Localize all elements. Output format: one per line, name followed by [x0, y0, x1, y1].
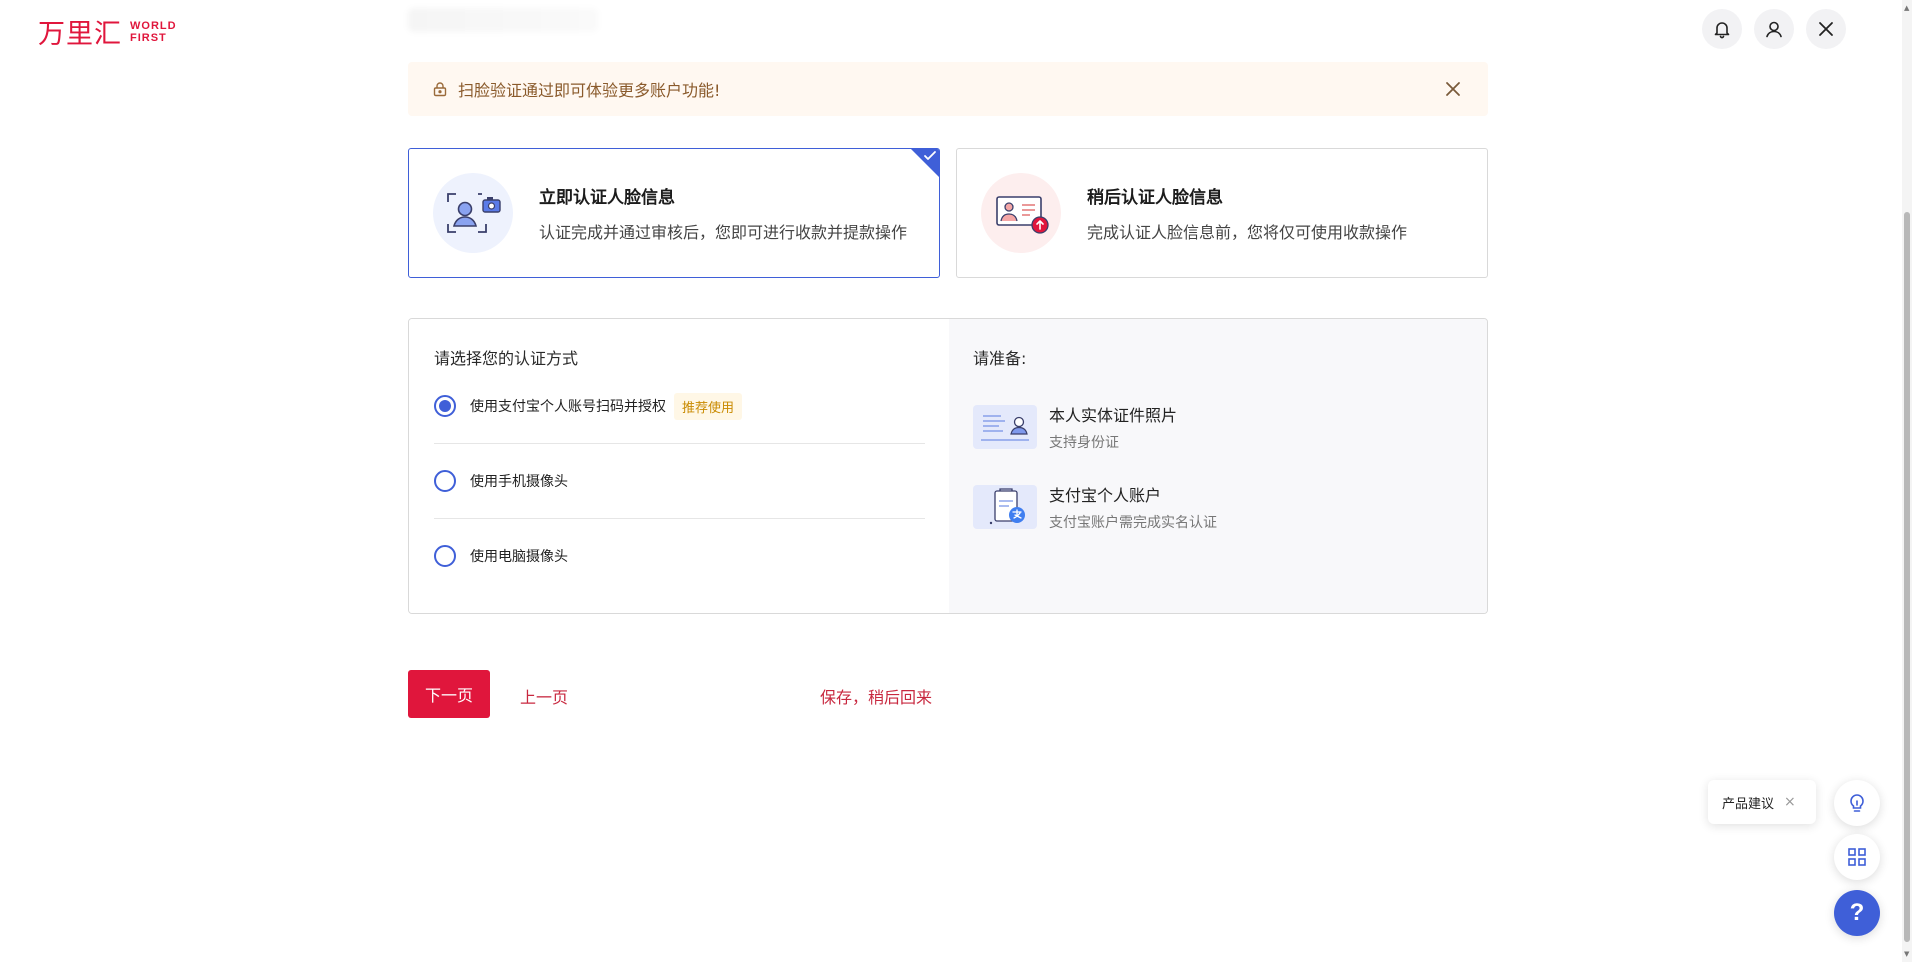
next-page-button[interactable]: 下一页 [408, 670, 490, 718]
prepare-item-subtitle: 支付宝账户需完成实名认证 [1049, 515, 1217, 531]
face-verify-notice: 扫脸验证通过即可体验更多账户功能! [408, 62, 1488, 116]
close-icon [1446, 82, 1460, 96]
method-option-alipay-scan[interactable]: 使用支付宝个人账号扫码并授权 推荐使用 [434, 369, 925, 443]
check-icon [924, 151, 936, 160]
prepare-heading: 请准备: [973, 349, 1027, 368]
logo-english: WORLD FIRST [130, 20, 177, 44]
face-scan-icon [447, 193, 501, 233]
radio-unselected[interactable] [434, 545, 456, 567]
close-icon [1819, 22, 1833, 36]
vertical-scrollbar[interactable]: ▲ ▼ [1902, 0, 1912, 962]
option-verify-now-body: 立即认证人脸信息 认证完成并通过审核后，您即可进行收款并提款操作 [539, 183, 907, 243]
id-upload-illustration [981, 173, 1061, 253]
scroll-down-arrow-icon[interactable]: ▼ [1904, 950, 1909, 958]
scrollbar-thumb[interactable] [1904, 212, 1910, 942]
product-suggestion-label: 产品建议 [1722, 796, 1775, 812]
prepare-item-alipay-account: 支付宝个人账户 支付宝账户需完成实名认证 [973, 467, 1463, 547]
face-scan-illustration [433, 173, 513, 253]
method-option-phone-camera[interactable]: 使用手机摄像头 [434, 444, 925, 518]
method-option-computer-camera[interactable]: 使用电脑摄像头 [434, 519, 925, 593]
prepare-item-body: 本人实体证件照片 支持身份证 [1049, 402, 1177, 452]
product-suggestion-tooltip[interactable]: 产品建议 × [1708, 780, 1816, 824]
grid-icon [1848, 848, 1866, 866]
top-actions [1702, 9, 1846, 49]
option-verify-now-card[interactable]: 立即认证人脸信息 认证完成并通过审核后，您即可进行收款并提款操作 [408, 148, 940, 278]
method-option-label: 使用电脑摄像头 [470, 549, 568, 565]
prepare-item-title: 本人实体证件照片 [1049, 406, 1178, 425]
option-verify-later-body: 稍后认证人脸信息 完成认证人脸信息前，您将仅可使用收款操作 [1087, 183, 1407, 243]
notifications-button[interactable] [1702, 9, 1742, 49]
option-verify-later-desc: 完成认证人脸信息前，您将仅可使用收款操作 [1087, 223, 1408, 242]
option-verify-now-title: 立即认证人脸信息 [539, 188, 675, 208]
save-and-return-later-link[interactable]: 保存，稍后回来 [820, 684, 932, 708]
faded-header-title [408, 8, 598, 32]
method-heading: 请选择您的认证方式 [434, 349, 579, 368]
option-verify-later-title: 稍后认证人脸信息 [1087, 188, 1223, 208]
option-verify-now-desc: 认证完成并通过审核后，您即可进行收款并提款操作 [539, 223, 908, 242]
brand-logo: 万里汇 WORLD FIRST [38, 12, 177, 51]
previous-page-link[interactable]: 上一页 [520, 684, 568, 708]
id-card-upload-icon [996, 196, 1049, 234]
prepare-list: 请准备: 本人实体证件照片 支持身份证 支付宝个人账户 支付宝账户需完成实名认证 [949, 319, 1487, 613]
prepare-item-subtitle: 支持身份证 [1049, 435, 1119, 451]
alipay-account-icon [973, 485, 1037, 529]
radio-unselected[interactable] [434, 470, 456, 492]
verification-method-panel: 请选择您的认证方式 使用支付宝个人账号扫码并授权 推荐使用 使用手机摄像头 使用… [408, 318, 1488, 614]
product-suggestion-button[interactable] [1834, 780, 1880, 826]
radio-selected[interactable] [434, 395, 456, 417]
logo-chinese: 万里汇 [38, 19, 122, 50]
lightbulb-icon [1850, 794, 1864, 812]
id-card-icon [973, 405, 1037, 449]
prepare-item-body: 支付宝个人账户 支付宝账户需完成实名认证 [1049, 482, 1217, 532]
prepare-item-title: 支付宝个人账户 [1049, 486, 1162, 505]
bell-icon [1714, 22, 1730, 39]
logo-english-line1: WORLD [130, 19, 177, 32]
prepare-item-id-photo: 本人实体证件照片 支持身份证 [973, 387, 1463, 467]
recommended-badge: 推荐使用 [674, 392, 743, 420]
logo-english-line2: FIRST [130, 31, 167, 44]
method-selection: 请选择您的认证方式 使用支付宝个人账号扫码并授权 推荐使用 使用手机摄像头 使用… [409, 319, 949, 613]
method-option-label: 使用手机摄像头 [470, 474, 568, 490]
close-button[interactable] [1806, 9, 1846, 49]
method-option-label: 使用支付宝个人账号扫码并授权 [470, 399, 666, 415]
notice-close-button[interactable] [1442, 78, 1464, 100]
user-icon [1766, 21, 1782, 38]
option-verify-later-card[interactable]: 稍后认证人脸信息 完成认证人脸信息前，您将仅可使用收款操作 [956, 148, 1488, 278]
app-grid-button[interactable] [1834, 834, 1880, 880]
profile-button[interactable] [1754, 9, 1794, 49]
scroll-up-arrow-icon[interactable]: ▲ [1904, 4, 1909, 12]
help-button[interactable]: ? [1834, 890, 1880, 936]
lock-icon [433, 82, 447, 97]
notice-text: 扫脸验证通过即可体验更多账户功能! [458, 81, 721, 100]
suggestion-close-button[interactable]: × [1784, 794, 1796, 810]
